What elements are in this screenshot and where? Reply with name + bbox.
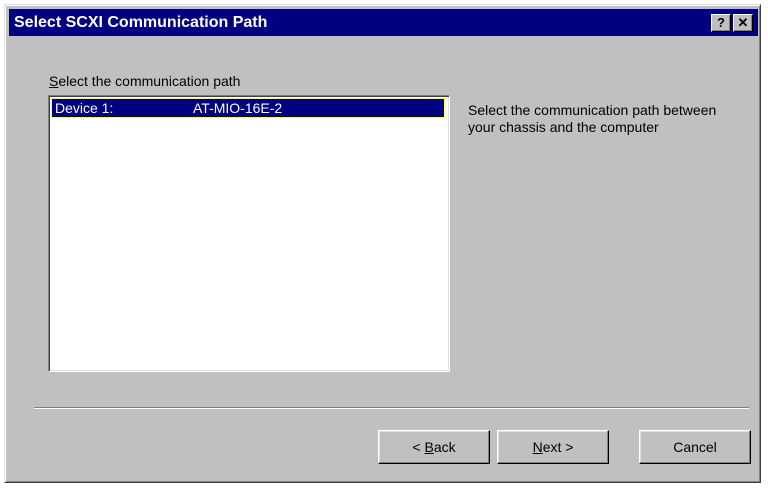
close-icon: ✕ <box>737 15 749 30</box>
description-text: Select the communication path between yo… <box>468 102 717 135</box>
list-label-mnemonic: S <box>49 73 59 89</box>
close-button[interactable]: ✕ <box>733 14 753 32</box>
back-mnemonic: B <box>424 439 434 455</box>
window-title: Select SCXI Communication Path <box>14 14 268 31</box>
list-item-device: Device 1: <box>55 100 114 116</box>
next-button[interactable]: Next > <box>497 430 609 464</box>
next-mnemonic: N <box>532 439 543 455</box>
list-label-text: elect the communication path <box>58 73 241 89</box>
list-label: Select the communication path <box>49 73 240 89</box>
help-icon: ? <box>717 15 725 30</box>
cancel-button[interactable]: Cancel <box>639 430 751 464</box>
separator <box>34 407 749 409</box>
back-button[interactable]: < Back <box>378 430 490 464</box>
list-item[interactable]: Device 1: AT-MIO-16E-2 <box>51 98 445 118</box>
next-label: ext > <box>542 439 574 455</box>
help-button[interactable]: ? <box>711 14 731 32</box>
back-prefix: < <box>412 439 425 455</box>
title-bar[interactable]: Select SCXI Communication Path ? ✕ <box>9 9 758 36</box>
list-item-model: AT-MIO-16E-2 <box>193 100 283 116</box>
back-label: ack <box>433 439 456 455</box>
communication-path-listbox[interactable]: Device 1: AT-MIO-16E-2 <box>48 95 450 372</box>
